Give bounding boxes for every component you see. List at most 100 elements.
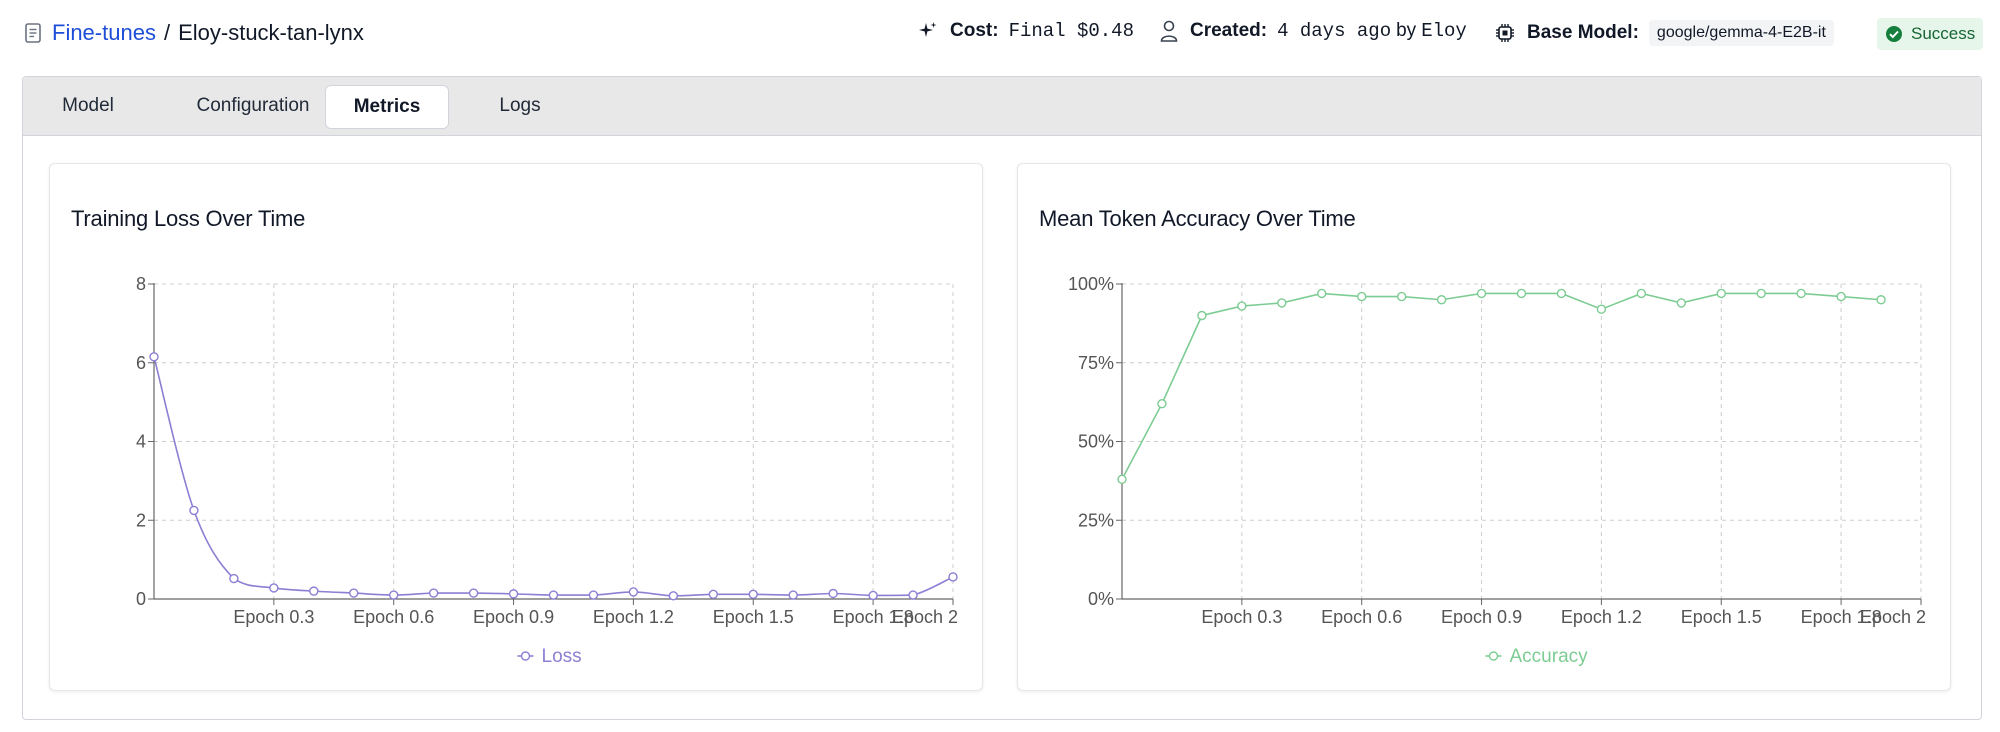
- chip-icon: [1496, 24, 1514, 42]
- breadcrumb: Fine-tunes / Eloy-stuck-tan-lynx: [24, 20, 364, 46]
- user-icon: [1160, 20, 1178, 42]
- base-model-label: Base Model:: [1527, 22, 1639, 43]
- tab-logs[interactable]: Logs: [473, 85, 567, 127]
- data-point: [1716, 288, 1726, 299]
- cost-label: Cost:: [950, 20, 999, 41]
- created-value: 4 days ago: [1277, 20, 1392, 42]
- data-point: [1436, 295, 1447, 305]
- cost-value: Final $0.48: [1008, 20, 1134, 42]
- tab-bar: Model Configuration Metrics Logs: [23, 77, 1981, 136]
- data-point: [1556, 288, 1567, 299]
- accuracy-chart: 0% 25% 50% 75% 100% Epoch 0.3 Epoch 0.6 Epoch 0…: [1068, 274, 1926, 667]
- legend-label: Accuracy: [1510, 646, 1589, 667]
- x-tick-label: Epoch 1.5: [1681, 607, 1762, 627]
- data-point: [468, 588, 479, 598]
- x-tick-label: Epoch 2: [892, 607, 958, 627]
- top-bar: Fine-tunes / Eloy-stuck-tan-lynx Cost: F…: [0, 0, 2000, 68]
- x-tick-label: Epoch 0.6: [353, 607, 434, 627]
- status-label: Success: [1911, 24, 1976, 43]
- created-by-user: Eloy: [1421, 20, 1467, 42]
- y-tick-label: 2: [136, 510, 146, 530]
- data-point: [828, 588, 838, 599]
- legend-marker: [1488, 651, 1499, 661]
- x-tick-label: Epoch 1.5: [713, 607, 794, 627]
- data-point: [1796, 288, 1806, 299]
- data-point: [1876, 295, 1886, 305]
- data-point: [389, 590, 399, 600]
- x-tick-label: Epoch 0.6: [1321, 607, 1402, 627]
- data-point: [628, 587, 639, 597]
- data-point: [508, 589, 519, 599]
- data-point: [149, 352, 159, 362]
- status-badge: Success: [1877, 18, 1984, 50]
- data-point: [708, 589, 718, 599]
- x-tick-label: Epoch 1.2: [1561, 607, 1642, 627]
- breadcrumb-fine-tunes-link[interactable]: Fine-tunes: [52, 20, 156, 46]
- y-tick-label: 6: [136, 353, 146, 373]
- x-tick-label: Epoch 2: [1860, 607, 1926, 627]
- data-point: [269, 583, 279, 593]
- x-tick-label: Epoch 0.9: [473, 607, 554, 627]
- document-icon: [25, 23, 41, 43]
- x-tick-label: Epoch 0.9: [1441, 607, 1522, 627]
- data-point: [548, 590, 559, 600]
- data-point: [229, 573, 239, 584]
- training-loss-card: Training Loss Over Time 0 2 4 6 8 Epoch 0.3 Ep…: [49, 163, 983, 691]
- fine-tune-panel: Model Configuration Metrics Logs Trainin…: [22, 76, 1982, 720]
- data-point: [908, 590, 918, 600]
- data-point: [1197, 310, 1207, 321]
- data-point: [1596, 304, 1607, 314]
- cost-info: Cost: Final $0.48: [918, 20, 1134, 42]
- x-tick-label: Epoch 0.3: [1201, 607, 1282, 627]
- x-tick-label: Epoch 0.3: [233, 607, 314, 627]
- data-point: [1836, 291, 1846, 302]
- breadcrumb-separator: /: [163, 20, 171, 45]
- data-point: [1237, 301, 1247, 311]
- accuracy-card: Mean Token Accuracy Over Time 0% 25% 50% 75…: [1017, 163, 1951, 691]
- legend-label: Loss: [542, 646, 582, 667]
- data-point: [668, 591, 679, 601]
- check-circle-icon: [1886, 26, 1902, 42]
- y-tick-label: 50%: [1078, 432, 1114, 452]
- data-point: [1396, 291, 1407, 302]
- data-point: [748, 589, 758, 599]
- data-point: [1117, 474, 1127, 484]
- data-point: [1357, 291, 1367, 302]
- y-tick-label: 0: [136, 589, 146, 609]
- y-tick-label: 0%: [1088, 589, 1114, 609]
- y-tick-label: 4: [136, 432, 146, 452]
- sparkle-icon: [919, 22, 937, 37]
- series-line-accuracy: [1121, 292, 1882, 480]
- tab-configuration[interactable]: Configuration: [163, 85, 343, 127]
- y-tick-label: 25%: [1078, 510, 1114, 530]
- training-loss-chart: 0 2 4 6 8 Epoch 0.3 Epoch 0.6 Epoch 0.9 Epoch 1.…: [136, 274, 958, 667]
- data-point: [868, 590, 878, 601]
- created-by-word: by: [1396, 20, 1417, 41]
- base-model-value: google/gemma-4-E2B-it: [1648, 20, 1834, 46]
- data-point: [1317, 288, 1327, 299]
- data-point: [1756, 288, 1766, 299]
- y-tick-label: 8: [136, 274, 146, 294]
- base-model-info: Base Model: google/gemma-4-E2B-it: [1495, 20, 1834, 46]
- y-tick-label: 75%: [1078, 353, 1114, 373]
- data-point: [1157, 398, 1167, 409]
- tab-model[interactable]: Model: [41, 85, 135, 127]
- y-tick-label: 100%: [1068, 274, 1114, 294]
- created-label: Created:: [1190, 20, 1268, 41]
- breadcrumb-current: Eloy-stuck-tan-lynx: [178, 20, 364, 45]
- data-point: [189, 505, 199, 516]
- data-point: [1676, 298, 1686, 308]
- tab-metrics[interactable]: Metrics: [325, 85, 449, 129]
- data-point: [588, 590, 599, 600]
- legend-marker: [520, 651, 531, 661]
- data-point: [788, 590, 798, 600]
- data-point: [349, 588, 359, 598]
- data-point: [948, 572, 958, 582]
- data-point: [1476, 288, 1487, 299]
- data-point: [1277, 298, 1287, 308]
- data-point: [309, 586, 319, 596]
- created-info: Created: 4 days ago by Eloy: [1160, 20, 1467, 42]
- x-tick-label: Epoch 1.2: [593, 607, 674, 627]
- data-point: [1636, 288, 1647, 299]
- data-point: [428, 588, 439, 598]
